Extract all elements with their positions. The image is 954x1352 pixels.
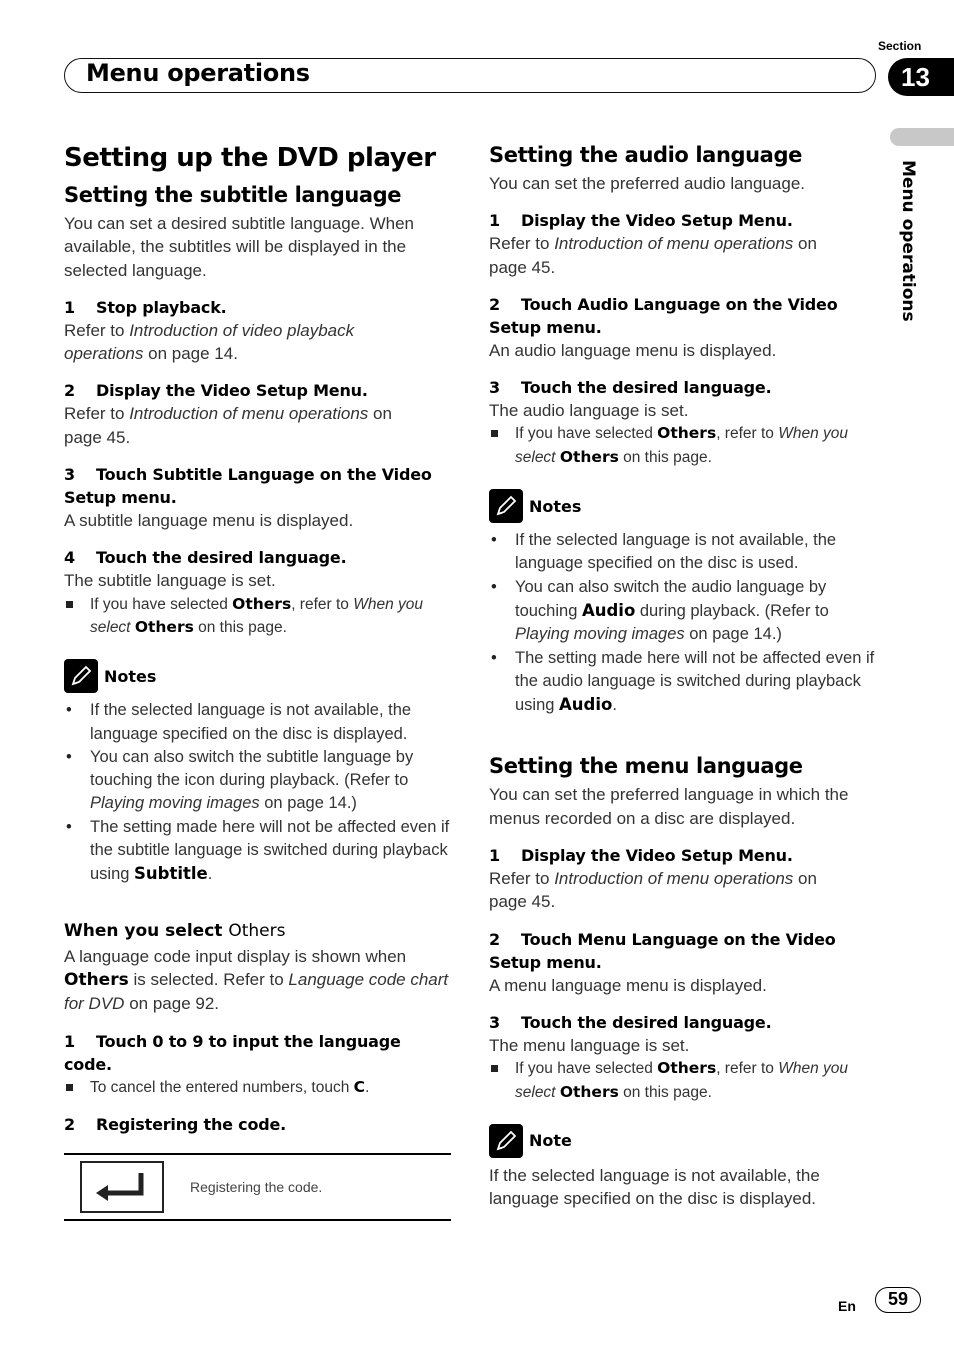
others-intro: A language code input display is shown w… [64,946,449,1014]
cross-reference: Introduction of menu operations [129,404,369,424]
pencil-note-icon [489,1123,523,1158]
note-item: You can also switch the audio language b… [489,576,879,647]
audio-step-1: 1 Display the Video Setup Menu. Refer to … [489,211,817,277]
when-you-select-others-section: When you select Others A language code i… [64,919,454,1136]
register-code-description: Registering the code. [190,1179,323,1195]
step-title: Touch the desired language. [96,548,347,568]
left-column: Setting up the DVD player Setting the su… [64,140,454,1136]
note-item: If the selected language is not availabl… [64,699,454,746]
menu-intro: You can set the preferred language in wh… [489,785,849,828]
audio-intro: You can set the preferred audio language… [489,174,806,193]
language-code: En [838,1298,856,1314]
others-step-2: 2 Registering the code. [64,1114,287,1134]
audio-step-3: 3 Touch the desired language. The audio l… [489,376,879,469]
menu-step-3: 3 Touch the desired language. The menu la… [489,1011,879,1104]
menu-step-2: 2 Touch Menu Language on the Video Setup … [489,929,836,995]
pencil-note-icon [489,489,523,524]
enter-key-button [80,1161,164,1213]
notes-title: Notes [104,666,157,686]
menu-step-1: 1 Display the Video Setup Menu. Refer to … [489,846,817,912]
note-item: The setting made here will not be affect… [489,647,879,718]
others-step-1: 1 Touch 0 to 9 to input the language code… [64,1030,454,1099]
step-title: Stop playback. [96,297,227,317]
step-title: Display the Video Setup Menu. [96,381,368,401]
subtitle-language-heading: Setting the subtitle language [64,183,402,207]
right-column: Setting the audio language You can set t… [489,140,879,1210]
audio-notes: Notes If the selected language is not av… [489,489,879,717]
menu-language-heading: Setting the menu language [489,754,803,779]
note-item: The setting made here will not be affect… [64,816,454,887]
register-code-table: Registering the code. [64,1153,451,1221]
note-item: You can also switch the subtitle languag… [64,746,454,816]
others-reference-note: If you have selected Others, refer to Wh… [489,1057,879,1104]
chapter-title: Menu operations [86,59,310,87]
pencil-note-icon [64,659,98,694]
section-number-badge: 13 [888,58,954,96]
page-title: Setting up the DVD player [64,143,436,173]
subtitle-notes: Notes If the selected language is not av… [64,659,454,886]
audio-step-2: 2 Touch Audio Language on the Video Setup… [489,294,838,360]
section-label: Section [878,39,922,53]
note-item: If the selected language is not availabl… [489,529,879,576]
others-heading: When you select Others [64,920,286,941]
audio-language-heading: Setting the audio language [489,143,802,167]
menu-note: Note If the selected language is not ava… [489,1123,879,1211]
page-number: 59 [875,1287,921,1313]
subtitle-step-4: 4 Touch the desired language. The subtitl… [64,546,454,639]
side-chapter-label: Menu operations [898,160,918,322]
subtitle-step-2: 2 Display the Video Setup Menu. Refer to … [64,381,392,447]
others-reference-note: If you have selected Others, refer to Wh… [64,593,454,640]
menu-note-text: If the selected language is not availabl… [489,1165,820,1209]
step-title: Touch Subtitle Language on the Video Set… [64,465,432,508]
others-reference-note: If you have selected Others, refer to Wh… [489,422,879,469]
side-thumb-tab [890,128,954,146]
subtitle-step-1: 1 Stop playback. Refer to Introduction of… [64,297,355,364]
subtitle-intro: You can set a desired subtitle language.… [64,214,415,280]
cancel-note: To cancel the entered numbers, touch C. [64,1076,454,1099]
subtitle-step-3: 3 Touch Subtitle Language on the Video Se… [64,465,432,531]
